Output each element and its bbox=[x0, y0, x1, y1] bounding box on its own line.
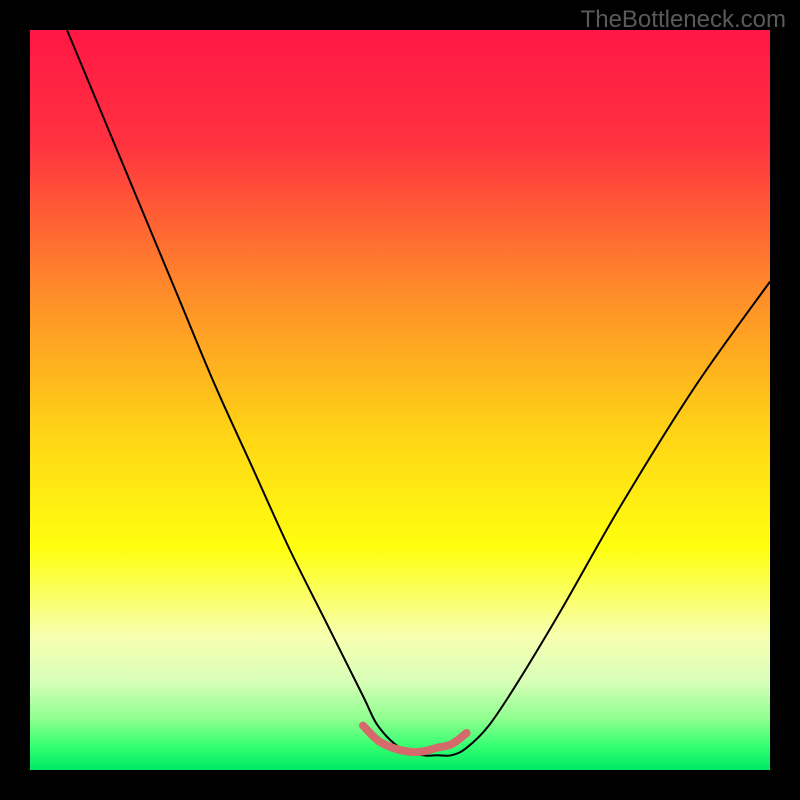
watermark-text: TheBottleneck.com bbox=[581, 6, 786, 34]
sweet-spot-highlight bbox=[363, 726, 467, 752]
bottleneck-curve bbox=[67, 30, 770, 756]
chart-plot-area bbox=[30, 30, 770, 770]
chart-curve-layer bbox=[30, 30, 770, 770]
